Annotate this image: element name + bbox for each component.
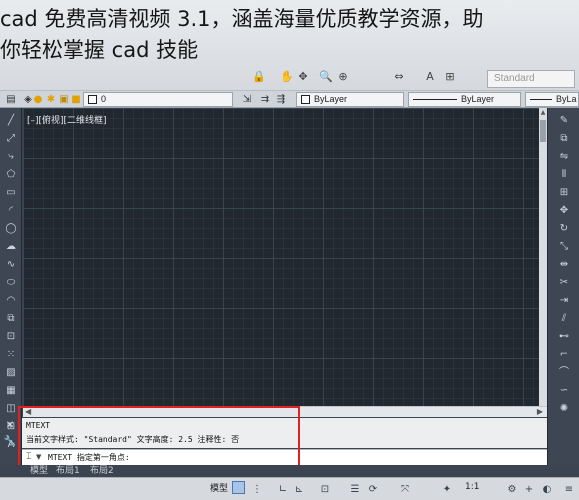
wrench-icon[interactable]: 🔧 xyxy=(2,436,18,448)
insert-block-icon[interactable]: ⧉ xyxy=(3,312,19,326)
ellipse-arc-icon[interactable]: ◠ xyxy=(3,294,19,308)
erase-icon[interactable]: ✎ xyxy=(556,114,572,128)
polygon-icon[interactable]: ⬠ xyxy=(3,168,19,182)
menu-icon[interactable]: ≡ xyxy=(562,483,576,497)
light-bulb-icon[interactable]: ● xyxy=(32,93,44,107)
offset-icon[interactable]: ⫴ xyxy=(556,168,572,182)
scroll-right-arrow-icon[interactable]: ▶ xyxy=(537,407,543,417)
isolate-icon[interactable]: ◐ xyxy=(540,483,554,497)
scroll-thumb[interactable] xyxy=(540,120,546,142)
plus-icon[interactable]: + xyxy=(522,483,536,497)
annotation-icon[interactable]: ✦ xyxy=(440,483,454,497)
table-icon[interactable]: ⊞ xyxy=(443,70,457,84)
cycle-icon[interactable]: ⟳ xyxy=(366,483,380,497)
drawing-canvas[interactable] xyxy=(23,108,539,406)
tab-model[interactable]: 模型 xyxy=(26,465,52,477)
revision-cloud-icon[interactable]: ☁ xyxy=(3,240,19,254)
highlight-box xyxy=(18,406,300,468)
dimension-icon[interactable]: ⇔ xyxy=(392,70,406,84)
rotate-icon[interactable]: ↻ xyxy=(556,222,572,236)
move-icon[interactable]: ✥ xyxy=(556,204,572,218)
copy-icon[interactable]: ⧉ xyxy=(556,132,572,146)
zoom-icon[interactable]: ⊕ xyxy=(336,70,350,84)
make-block-icon[interactable]: ⊡ xyxy=(3,330,19,344)
circle-icon[interactable]: ◯ xyxy=(3,222,19,236)
polyline-icon[interactable]: ⤷ xyxy=(3,150,19,164)
make-current-icon[interactable]: ⇲ xyxy=(240,93,254,107)
blend-icon[interactable]: ∽ xyxy=(556,384,572,398)
stretch-icon[interactable]: ⇹ xyxy=(556,258,572,272)
layout-tabs: 模型 布局1 布局2 xyxy=(0,465,579,477)
chamfer-icon[interactable]: ⌐ xyxy=(556,348,572,362)
menu-icon[interactable]: ▤ xyxy=(4,93,18,107)
layer-color-icon[interactable]: ■ xyxy=(70,93,82,107)
hatch-icon[interactable]: ▨ xyxy=(3,366,19,380)
layer-match-icon[interactable]: ⇶ xyxy=(274,93,288,107)
zoom-icon[interactable]: 🔍 xyxy=(319,70,333,84)
tab-layout2[interactable]: 布局2 xyxy=(86,465,118,477)
viewport-controls[interactable]: [–][俯视][二维线框] xyxy=(27,113,107,126)
layer-color-swatch xyxy=(88,95,97,105)
move-icon[interactable]: ✥ xyxy=(296,70,310,84)
region-icon[interactable]: ◫ xyxy=(3,402,19,416)
pan-icon[interactable]: ✋ xyxy=(280,70,294,84)
break-icon[interactable]: ⫽ xyxy=(556,312,572,326)
snap-icon[interactable]: ⋮ xyxy=(250,483,264,497)
color-select[interactable]: ByLayer xyxy=(296,92,404,107)
linetype-preview xyxy=(413,99,457,101)
mirror-icon[interactable]: ⇋ xyxy=(556,150,572,164)
layer-state-icon[interactable]: ⇉ xyxy=(258,93,272,107)
join-icon[interactable]: ⊷ xyxy=(556,330,572,344)
lock-icon[interactable]: ▣ xyxy=(58,93,70,107)
fillet-icon[interactable]: ⌒ xyxy=(556,366,572,380)
color-swatch xyxy=(301,95,310,105)
ortho-icon[interactable]: ∟ xyxy=(276,483,290,497)
text-style-select[interactable]: Standard xyxy=(487,70,575,88)
spline-icon[interactable]: ∿ xyxy=(3,258,19,272)
lineweight-icon[interactable]: ☰ xyxy=(348,483,362,497)
layer-value: 0 xyxy=(101,94,107,104)
layer-select[interactable]: 0 xyxy=(83,92,233,107)
point-icon[interactable]: ⁙ xyxy=(3,348,19,362)
linetype-select[interactable]: ByLayer xyxy=(408,92,521,107)
construction-line-icon[interactable]: ⤢ xyxy=(3,132,19,146)
grid-icon[interactable] xyxy=(232,481,245,494)
close-icon[interactable]: ✕ xyxy=(2,420,18,432)
annotation-scale[interactable]: 1:1 xyxy=(465,482,479,492)
overlay-caption-line1: cad 免费高清视频 3.1，涵盖海量优质教学资源，助 xyxy=(0,7,484,31)
array-icon[interactable]: ⊞ xyxy=(556,186,572,200)
gradient-icon[interactable]: ▦ xyxy=(3,384,19,398)
tab-layout1[interactable]: 布局1 xyxy=(52,465,84,477)
gizmo-icon[interactable]: ⤧ xyxy=(398,483,412,497)
polar-icon[interactable]: ⊾ xyxy=(292,483,306,497)
line-icon[interactable]: ╱ xyxy=(3,114,19,128)
explode-icon[interactable]: ✺ xyxy=(556,402,572,416)
model-space-button[interactable]: 模型 xyxy=(209,482,229,496)
lineweight-preview xyxy=(530,99,552,101)
vertical-scrollbar[interactable]: ▲ xyxy=(539,108,547,406)
properties-toolbar: ▤ ◈ ● ✱ ▣ ■ 0 ⇲ ⇉ ⇶ ByLayer ByLayer ByLa xyxy=(0,90,579,108)
rectangle-icon[interactable]: ▭ xyxy=(3,186,19,200)
scroll-up-arrow-icon[interactable]: ▲ xyxy=(539,108,547,118)
lineweight-select[interactable]: ByLa xyxy=(525,92,579,107)
sun-icon[interactable]: ✱ xyxy=(45,93,57,107)
modify-toolbar: ✎ ⧉ ⇋ ⫴ ⊞ ✥ ↻ ⤡ ⇹ ✂ ⇥ ⫽ ⊷ ⌐ ⌒ ∽ ✺ xyxy=(547,108,579,482)
overlay-caption: cad 免费高清视频 3.1，涵盖海量优质教学资源，助 你轻松掌握 cad 技能 xyxy=(0,4,579,66)
status-bar: 模型 ⋮ ∟ ⊾ ⊡ ☰ ⟳ ⤧ ✦ 1:1 ⚙ + ◐ ≡ xyxy=(0,477,579,500)
color-value: ByLayer xyxy=(314,94,348,104)
osnap-icon[interactable]: ⊡ xyxy=(318,483,332,497)
linetype-value: ByLayer xyxy=(461,94,495,104)
scale-icon[interactable]: ⤡ xyxy=(556,240,572,254)
trim-icon[interactable]: ✂ xyxy=(556,276,572,290)
arc-icon[interactable]: ◜ xyxy=(3,204,19,218)
overlay-caption-line2: 你轻松掌握 cad 技能 xyxy=(0,38,199,62)
lock-icon[interactable]: 🔒 xyxy=(252,70,266,84)
ellipse-icon[interactable]: ⬭ xyxy=(3,276,19,290)
extend-icon[interactable]: ⇥ xyxy=(556,294,572,308)
gear-icon[interactable]: ⚙ xyxy=(505,483,519,497)
lineweight-value: ByLa xyxy=(556,94,577,104)
text-icon[interactable]: A xyxy=(423,70,437,84)
